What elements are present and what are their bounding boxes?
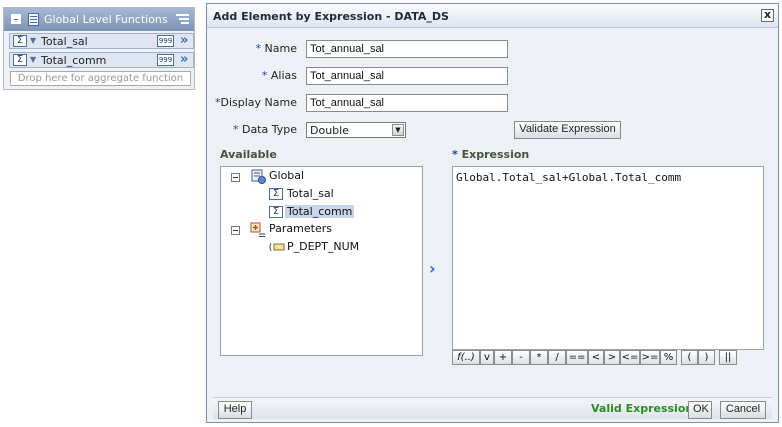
expression-text[interactable]: Global.Total_sal+Global.Total_comm	[456, 171, 681, 184]
collapse-icon[interactable]	[11, 14, 21, 24]
aggregate-drop-zone[interactable]: Drop here for aggregate function	[10, 71, 191, 86]
data-type-label: * Data Type	[232, 123, 297, 136]
name-label: * Name	[255, 42, 297, 55]
expression-editor[interactable]: Global.Total_sal+Global.Total_comm	[452, 166, 764, 350]
global-functions-title: Global Level Functions	[44, 13, 168, 26]
more-options-icon[interactable]: »	[180, 33, 188, 48]
dropdown-arrow-icon[interactable]: ▼	[392, 124, 404, 136]
function-operator-button[interactable]: f(..)	[452, 350, 480, 365]
expression-heading: * Expression	[452, 148, 530, 161]
parameters-icon	[250, 222, 265, 237]
available-heading: Available	[220, 148, 277, 161]
function-dropdown-button[interactable]: v	[480, 350, 494, 365]
global-function-row-total-sal[interactable]: Σ ▼ Total_sal 999 »	[9, 33, 194, 49]
equals-button[interactable]: ==	[566, 350, 588, 365]
move-to-expression-icon[interactable]: ›	[429, 259, 436, 278]
available-tree: Global Σ Total_sal Σ Total_comm Paramete…	[220, 166, 423, 356]
collapse-global-icon[interactable]	[231, 173, 240, 182]
parameter-icon	[269, 242, 285, 252]
validate-expression-button[interactable]: Validate Expression	[514, 121, 621, 139]
dialog-title: Add Element by Expression - DATA_DS	[213, 10, 449, 23]
greater-equal-button[interactable]: >=	[640, 350, 660, 365]
tree-node-parameters[interactable]: Parameters	[269, 222, 332, 235]
global-icon	[251, 169, 266, 184]
modulo-button[interactable]: %	[660, 350, 677, 365]
global-functions-panel: Global Level Functions Σ ▼ Total_sal 999…	[3, 7, 195, 90]
functions-list-icon	[28, 13, 39, 26]
close-icon[interactable]: x	[761, 9, 774, 22]
display-name-label: *Display Name	[215, 96, 297, 109]
sum-icon: Σ	[269, 188, 283, 200]
data-type-value: Double	[310, 124, 349, 137]
or-button[interactable]: ||	[719, 350, 737, 365]
help-button[interactable]: Help	[218, 401, 252, 419]
alias-label: * Alias	[261, 69, 297, 82]
less-equal-button[interactable]: <=	[620, 350, 640, 365]
number-format-icon[interactable]: 999	[157, 35, 174, 47]
alias-field[interactable]	[306, 67, 508, 85]
collapse-parameters-icon[interactable]	[231, 226, 240, 235]
tree-item-total-comm[interactable]: Total_comm	[285, 205, 355, 218]
multiply-button[interactable]: *	[530, 350, 548, 365]
ok-button[interactable]: OK	[688, 401, 712, 419]
validation-status: Valid Expression	[591, 402, 694, 415]
number-format-icon[interactable]: 999	[157, 54, 174, 66]
less-than-button[interactable]: <	[588, 350, 604, 365]
panel-menu-icon[interactable]	[176, 13, 189, 25]
plus-button[interactable]: +	[494, 350, 512, 365]
sum-icon[interactable]: Σ	[13, 35, 27, 47]
tree-item-p-dept-num[interactable]: P_DEPT_NUM	[287, 240, 359, 253]
tree-item-total-sal[interactable]: Total_sal	[287, 187, 334, 200]
more-options-icon[interactable]: »	[180, 52, 188, 67]
chevron-down-icon[interactable]: ▼	[30, 36, 36, 45]
global-function-row-total-comm[interactable]: Σ ▼ Total_comm 999 »	[9, 52, 194, 68]
global-functions-header: Global Level Functions	[4, 8, 194, 31]
open-paren-button[interactable]: (	[681, 350, 698, 365]
data-type-select[interactable]: Double ▼	[306, 122, 406, 138]
dialog-titlebar: Add Element by Expression - DATA_DS x	[207, 4, 778, 28]
close-paren-button[interactable]: )	[698, 350, 715, 365]
chevron-down-icon[interactable]: ▼	[30, 55, 36, 64]
divide-button[interactable]: /	[548, 350, 566, 365]
add-element-dialog: Add Element by Expression - DATA_DS x * …	[206, 3, 779, 423]
global-function-label: Total_comm	[41, 54, 107, 67]
sum-icon[interactable]: Σ	[13, 54, 27, 66]
name-field[interactable]	[306, 40, 508, 58]
global-function-label: Total_sal	[41, 35, 88, 48]
greater-than-button[interactable]: >	[604, 350, 620, 365]
minus-button[interactable]: -	[512, 350, 530, 365]
display-name-field[interactable]	[306, 94, 508, 112]
tree-node-global[interactable]: Global	[269, 169, 304, 182]
cancel-button[interactable]: Cancel	[720, 401, 766, 419]
sum-icon: Σ	[269, 206, 283, 218]
